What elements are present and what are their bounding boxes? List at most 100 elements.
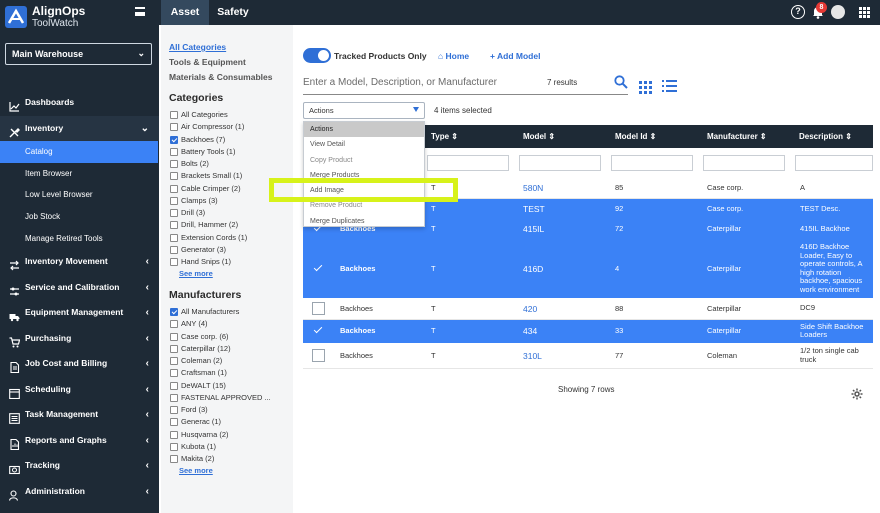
cell-model[interactable]: 434 bbox=[523, 326, 537, 336]
manufacturer-checkbox-row[interactable]: Craftsman (1) bbox=[170, 367, 290, 379]
model-id-filter-input[interactable] bbox=[611, 155, 693, 171]
model-filter-input[interactable] bbox=[519, 155, 601, 171]
manufacturer-checkbox-row[interactable]: Caterpillar (12) bbox=[170, 343, 290, 355]
manufacturer-checkbox-row[interactable]: Case corp. (6) bbox=[170, 331, 290, 343]
manufacturer-filter-input[interactable] bbox=[703, 155, 785, 171]
category-checkbox[interactable] bbox=[170, 258, 178, 266]
grid-view-icon[interactable] bbox=[639, 81, 652, 94]
manufacturer-checkbox[interactable] bbox=[170, 442, 178, 451]
category-checkbox[interactable] bbox=[170, 123, 178, 132]
type-filter-input[interactable] bbox=[427, 155, 509, 171]
category-checkbox-row[interactable]: Extension Cords (1) bbox=[170, 232, 290, 244]
table-row[interactable]: Backhoes T 434 33 Caterpillar Side Shift Back… bbox=[303, 319, 873, 343]
manufacturer-checkbox[interactable] bbox=[170, 369, 178, 378]
tracked-toggle[interactable] bbox=[303, 48, 331, 63]
nav-equipment-management[interactable]: Equipment Management ‹ bbox=[0, 300, 159, 326]
manufacturer-checkbox-row[interactable]: Ford (3) bbox=[170, 404, 290, 416]
nav-sub-catalog[interactable]: Catalog bbox=[0, 141, 158, 163]
menu-item-actions[interactable]: Actions bbox=[304, 122, 424, 138]
col-manufacturer[interactable]: Manufacturer ⇕ bbox=[707, 132, 767, 141]
table-row[interactable]: Backhoes T 310L 77 Coleman 1/2 ton single cab… bbox=[303, 342, 873, 369]
manufacturer-checkbox[interactable] bbox=[170, 381, 178, 390]
tab-asset[interactable]: Asset bbox=[161, 0, 209, 25]
category-checkbox[interactable] bbox=[170, 245, 178, 254]
manufacturers-see-more-link[interactable]: See more bbox=[179, 466, 213, 475]
actions-select[interactable]: Actions bbox=[303, 102, 425, 119]
manufacturer-checkbox-row[interactable]: FASTENAL APPROVED ... bbox=[170, 392, 290, 404]
col-description[interactable]: Description ⇕ bbox=[799, 132, 852, 141]
category-checkbox[interactable] bbox=[170, 135, 178, 144]
manufacturer-checkbox[interactable] bbox=[170, 320, 178, 329]
manufacturer-checkbox-row[interactable]: Kubota (1) bbox=[170, 441, 290, 453]
gear-icon[interactable] bbox=[851, 388, 863, 400]
row-checkbox[interactable] bbox=[312, 302, 325, 315]
help-icon[interactable]: ? bbox=[791, 5, 805, 19]
warehouse-select[interactable]: Main Warehouse ⌄ bbox=[5, 43, 152, 65]
manufacturer-checkbox[interactable] bbox=[170, 344, 178, 353]
manufacturer-checkbox[interactable] bbox=[170, 332, 178, 341]
nav-sub-low-level-browser[interactable]: Low Level Browser bbox=[0, 184, 159, 206]
nav-inventory[interactable]: Inventory ⌄ bbox=[0, 115, 159, 141]
cell-model[interactable]: 415IL bbox=[523, 224, 544, 234]
tab-safety[interactable]: Safety bbox=[211, 0, 255, 25]
table-row[interactable]: Backhoes T 420 88 Caterpillar DC9 bbox=[303, 297, 873, 320]
avatar[interactable] bbox=[831, 5, 845, 19]
search-icon[interactable] bbox=[614, 75, 628, 89]
nav-administration[interactable]: Administration ‹ bbox=[0, 479, 159, 505]
category-checkbox-row[interactable]: Air Compressor (1) bbox=[170, 121, 290, 133]
col-model-id[interactable]: Model Id ⇕ bbox=[615, 132, 656, 141]
manufacturer-checkbox-row[interactable]: Generac (1) bbox=[170, 416, 290, 428]
category-checkbox[interactable] bbox=[170, 147, 178, 156]
cell-model[interactable]: 416D bbox=[523, 264, 543, 274]
nav-reports-graphs[interactable]: Reports and Graphs ‹ bbox=[0, 428, 159, 454]
category-checkbox[interactable] bbox=[170, 160, 178, 168]
nav-sub-item-browser[interactable]: Item Browser bbox=[0, 163, 159, 185]
category-checkbox[interactable] bbox=[170, 172, 178, 181]
nav-service-calibration[interactable]: Service and Calibration ‹ bbox=[0, 275, 159, 301]
nav-purchasing[interactable]: Purchasing ‹ bbox=[0, 326, 159, 352]
nav-dashboards[interactable]: Dashboards bbox=[0, 90, 159, 116]
categories-see-more-link[interactable]: See more bbox=[179, 269, 213, 278]
cell-model[interactable]: TEST bbox=[523, 204, 545, 214]
menu-item-merge-duplicates[interactable]: Merge Duplicates bbox=[304, 214, 424, 229]
nav-sub-manage-retired-tools[interactable]: Manage Retired Tools bbox=[0, 228, 159, 250]
category-checkbox[interactable] bbox=[170, 184, 178, 193]
manufacturer-checkbox[interactable] bbox=[170, 393, 178, 402]
col-model[interactable]: Model ⇕ bbox=[523, 132, 555, 141]
nav-tracking[interactable]: Tracking ‹ bbox=[0, 453, 159, 479]
manufacturer-checkbox-row[interactable]: DeWALT (15) bbox=[170, 380, 290, 392]
category-checkbox-row[interactable]: Generator (3) bbox=[170, 244, 290, 256]
filter-materials-link[interactable]: Materials & Consumables bbox=[169, 72, 272, 82]
nav-sub-job-stock[interactable]: Job Stock bbox=[0, 206, 159, 228]
search-input[interactable] bbox=[303, 73, 533, 88]
manufacturer-checkbox[interactable] bbox=[170, 455, 178, 463]
manufacturer-checkbox[interactable] bbox=[170, 406, 178, 414]
manufacturer-checkbox[interactable] bbox=[170, 357, 178, 365]
category-checkbox[interactable] bbox=[170, 209, 178, 217]
manufacturer-checkbox[interactable] bbox=[170, 308, 178, 316]
cell-model[interactable]: 580N bbox=[523, 183, 543, 193]
nav-job-cost-billing[interactable]: Job Cost and Billing ‹ bbox=[0, 351, 159, 377]
manufacturer-checkbox-row[interactable]: ANY (4) bbox=[170, 318, 290, 330]
manufacturer-checkbox-row[interactable]: Husqvarna (2) bbox=[170, 429, 290, 441]
row-checked-icon[interactable] bbox=[313, 324, 323, 334]
manufacturer-checkbox-row[interactable]: Makita (2) bbox=[170, 453, 290, 465]
category-checkbox[interactable] bbox=[170, 196, 178, 205]
category-checkbox-row[interactable]: Drill, Hammer (2) bbox=[170, 219, 290, 231]
filter-all-categories-link[interactable]: All Categories bbox=[169, 42, 226, 52]
manufacturer-checkbox[interactable] bbox=[170, 418, 178, 427]
nav-scheduling[interactable]: Scheduling ‹ bbox=[0, 377, 159, 403]
table-row[interactable]: Backhoes T 416D 4 Caterpillar 416D Backhoe Lo… bbox=[303, 239, 873, 298]
menu-item-view-detail[interactable]: View Detail bbox=[304, 137, 424, 152]
category-checkbox[interactable] bbox=[170, 233, 178, 242]
nav-inventory-movement[interactable]: Inventory Movement ‹ bbox=[0, 249, 159, 275]
category-checkbox-row[interactable]: Backhoes (7) bbox=[170, 134, 290, 146]
menu-toggle-icon[interactable] bbox=[135, 7, 145, 16]
apps-grid-icon[interactable] bbox=[859, 7, 870, 18]
manufacturer-checkbox-row[interactable]: All Manufacturers bbox=[170, 306, 290, 318]
cell-model[interactable]: 310L bbox=[523, 351, 542, 361]
home-link[interactable]: ⌂ Home bbox=[438, 51, 469, 61]
add-model-link[interactable]: + Add Model bbox=[490, 51, 540, 61]
row-checked-icon[interactable] bbox=[313, 262, 323, 271]
cell-model[interactable]: 420 bbox=[523, 304, 537, 314]
